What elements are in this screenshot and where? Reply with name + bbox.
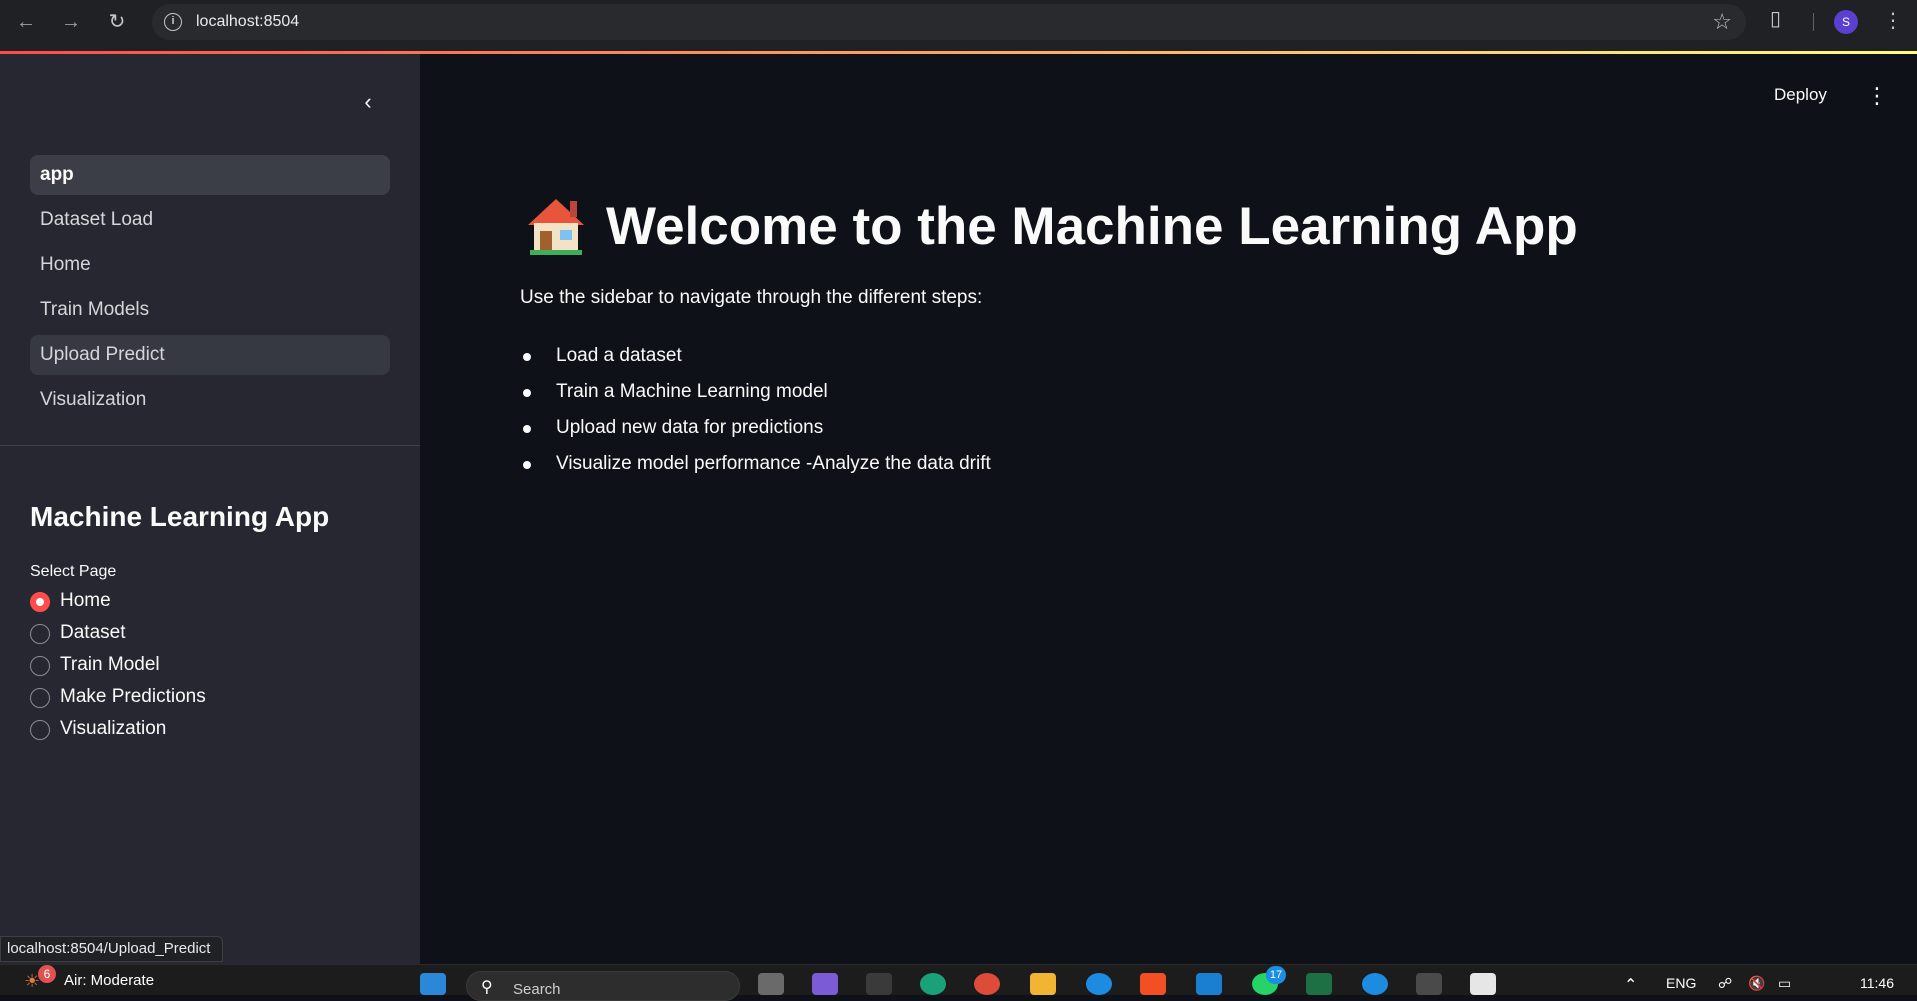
excel-icon[interactable] (1306, 973, 1332, 995)
sidebar-item-visualization[interactable]: Visualization (30, 380, 390, 420)
vscode-icon[interactable] (1196, 973, 1222, 995)
radio-option-label[interactable]: Home (60, 590, 111, 612)
radio-button-checked[interactable] (30, 592, 50, 612)
sidebar: ‹ app Dataset Load Home Train Models Upl… (0, 54, 420, 964)
toolbar-divider (1813, 13, 1814, 31)
back-arrow-icon[interactable]: ← (14, 10, 38, 34)
weather-text[interactable]: Air: Moderate (64, 972, 154, 989)
radio-button[interactable] (30, 720, 50, 740)
clock-time[interactable]: 11:46 (1860, 975, 1894, 991)
browser-toolbar: ← → ↻ i localhost:8504 ☆ ▯ S ⋮ (0, 0, 1917, 52)
taskbar-search-placeholder: Search (513, 981, 561, 998)
tray-chevron-up-icon[interactable]: ⌃ (1624, 975, 1637, 995)
sidebar-page-nav: app Dataset Load Home Train Models Uploa… (30, 155, 390, 425)
list-item-text: Visualize model performance -Analyze the… (556, 453, 991, 474)
radio-option-make-predictions[interactable]: Make Predictions (30, 682, 280, 714)
bullet-dot (523, 353, 531, 361)
terminal-icon[interactable] (1416, 973, 1442, 995)
sidebar-title: Machine Learning App (30, 501, 330, 532)
docker-icon[interactable] (1362, 973, 1388, 995)
radio-option-dataset[interactable]: Dataset (30, 618, 280, 650)
sidebar-item-upload-predict[interactable]: Upload Predict (30, 335, 390, 375)
radio-button[interactable] (30, 656, 50, 676)
forward-arrow-icon[interactable]: → (59, 10, 83, 34)
taskbar: ☀ 6 Air: Moderate ⚲ Search 17 ⌃ ENG ☍ 🔇 … (0, 964, 1917, 1001)
bookmark-star-icon[interactable]: ☆ (1712, 9, 1732, 35)
site-info-icon[interactable]: i (164, 13, 182, 31)
radio-button[interactable] (30, 688, 50, 708)
bullet-dot (523, 425, 531, 433)
extensions-puzzle-icon[interactable]: ▯ (1770, 8, 1792, 30)
bullet-dot (523, 461, 531, 469)
microsoft-store-icon[interactable] (1140, 973, 1166, 995)
app-icon[interactable] (1470, 973, 1496, 995)
volume-muted-icon[interactable]: 🔇 (1748, 975, 1765, 992)
list-item-text: Train a Machine Learning model (556, 381, 828, 402)
search-icon: ⚲ (481, 979, 493, 996)
browser-menu-icon[interactable]: ⋮ (1883, 8, 1903, 33)
collapse-sidebar-chevron-icon[interactable]: ‹ (356, 90, 380, 114)
radio-option-label[interactable]: Visualization (60, 718, 166, 740)
deploy-button[interactable]: Deploy (1774, 85, 1827, 105)
edge-icon[interactable] (920, 973, 946, 995)
radio-option-home[interactable]: Home (30, 586, 280, 618)
link-hover-status-bar: localhost:8504/Upload_Predict (0, 936, 224, 962)
weather-badge: 6 (38, 965, 56, 983)
radio-option-label[interactable]: Train Model (60, 654, 160, 676)
list-item-text: Load a dataset (556, 345, 682, 366)
file-explorer-icon[interactable] (1030, 973, 1056, 995)
network-icon[interactable]: ☍ (1718, 975, 1732, 992)
whatsapp-badge: 17 (1266, 966, 1286, 984)
address-bar-url[interactable]: localhost:8504 (196, 13, 299, 31)
profile-avatar[interactable]: S (1834, 10, 1858, 34)
app-icon[interactable] (866, 973, 892, 995)
chrome-icon[interactable] (974, 973, 1000, 995)
copilot-icon[interactable] (812, 973, 838, 995)
list-item-text: Upload new data for predictions (556, 417, 824, 438)
page-radio-group: Home Dataset Train Model Make Prediction… (30, 586, 280, 746)
docker-icon[interactable] (1086, 973, 1112, 995)
sidebar-item-app[interactable]: app (30, 155, 390, 195)
radio-group-label: Select Page (30, 563, 117, 580)
sidebar-divider (0, 445, 420, 446)
radio-option-label[interactable]: Make Predictions (60, 686, 206, 708)
radio-option-visualization[interactable]: Visualization (30, 714, 280, 746)
radio-button[interactable] (30, 624, 50, 644)
bullet-dot (523, 389, 531, 397)
intro-text: Use the sidebar to navigate through the … (520, 287, 983, 308)
radio-option-label[interactable]: Dataset (60, 622, 125, 644)
page-title: Welcome to the Machine Learning App (606, 197, 1578, 256)
language-indicator[interactable]: ENG (1666, 975, 1696, 991)
sidebar-item-dataset-load[interactable]: Dataset Load (30, 200, 390, 240)
address-bar[interactable]: i localhost:8504 ☆ (152, 4, 1746, 40)
battery-icon[interactable]: ▭ (1778, 975, 1791, 992)
taskbar-search[interactable]: ⚲ Search (466, 971, 740, 1001)
task-view-icon[interactable] (758, 973, 784, 995)
sidebar-item-home[interactable]: Home (30, 245, 390, 285)
reload-icon[interactable]: ↻ (105, 10, 129, 34)
app-menu-icon[interactable]: ⋮ (1866, 83, 1888, 109)
house-emoji-icon (528, 199, 584, 255)
sidebar-item-train-models[interactable]: Train Models (30, 290, 390, 330)
windows-start-icon[interactable] (420, 973, 446, 995)
radio-option-train-model[interactable]: Train Model (30, 650, 280, 682)
